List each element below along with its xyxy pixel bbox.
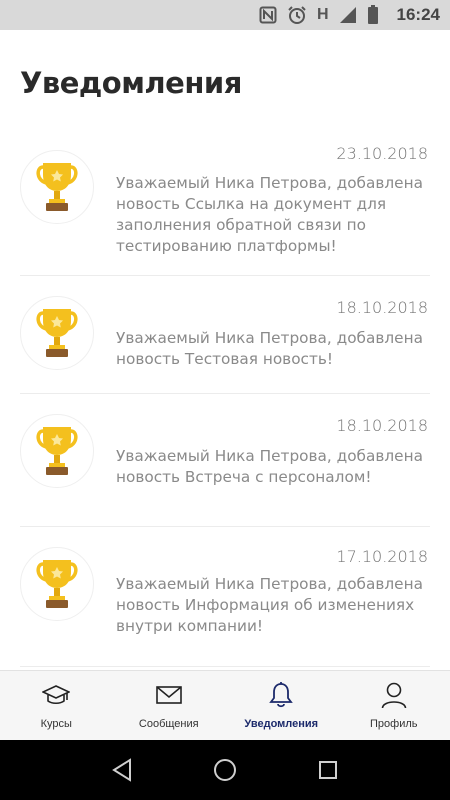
network-type: H [316, 6, 329, 23]
tab-label: Курсы [40, 718, 72, 730]
trophy-icon [20, 414, 94, 488]
tab-notifications[interactable]: Уведомления [225, 671, 338, 740]
notification-text: Уважаемый Ника Петрова, добавлена новост… [116, 575, 423, 635]
status-bar: H 16:24 [0, 0, 450, 30]
tab-messages[interactable]: Сообщения [113, 671, 226, 740]
home-icon[interactable] [210, 755, 240, 785]
notification-text: Уважаемый Ника Петрова, добавлена новост… [116, 447, 423, 486]
trophy-icon [20, 547, 94, 621]
notification-text: Уважаемый Ника Петрова, добавлена новост… [116, 329, 423, 368]
signal-icon [339, 5, 357, 25]
recents-icon[interactable] [313, 755, 343, 785]
battery-icon [367, 5, 379, 25]
notification-date: 17.10.2018 [336, 547, 428, 566]
notification-item[interactable]: 23.10.2018 Уважаемый Ника Петрова, добав… [0, 130, 450, 276]
tab-label: Профиль [370, 718, 418, 730]
tab-courses[interactable]: Курсы [0, 671, 113, 740]
bell-icon [269, 680, 294, 710]
user-icon [381, 680, 407, 710]
notification-item[interactable]: 18.10.2018 Уважаемый Ника Петрова, добав… [0, 394, 450, 527]
notifications-list: 23.10.2018 Уважаемый Ника Петрова, добав… [0, 130, 450, 667]
notification-date: 23.10.2018 [336, 144, 428, 163]
page-title: Уведомления [20, 66, 242, 100]
bottom-tab-bar: Курсы Сообщения Уведомления Профиль [0, 670, 450, 740]
trophy-icon [20, 296, 94, 370]
tab-label: Уведомления [244, 718, 319, 730]
tab-profile[interactable]: Профиль [338, 671, 450, 740]
notification-date: 18.10.2018 [336, 416, 428, 435]
system-navigation-bar [0, 740, 450, 800]
envelope-icon [155, 680, 183, 710]
notification-text: Уважаемый Ника Петрова, добавлена новост… [116, 174, 423, 255]
tab-label: Сообщения [138, 718, 199, 730]
divider [20, 666, 430, 667]
notification-item[interactable]: 18.10.2018 Уважаемый Ника Петрова, добав… [0, 276, 450, 394]
notification-date: 18.10.2018 [336, 298, 428, 317]
nfc-icon [259, 5, 277, 25]
trophy-icon [20, 150, 94, 224]
back-icon[interactable] [107, 755, 137, 785]
notification-item[interactable]: 17.10.2018 Уважаемый Ника Петрова, добав… [0, 527, 450, 667]
alarm-icon [287, 5, 307, 25]
graduation-cap-icon [42, 680, 71, 710]
status-time: 16:24 [396, 5, 440, 24]
